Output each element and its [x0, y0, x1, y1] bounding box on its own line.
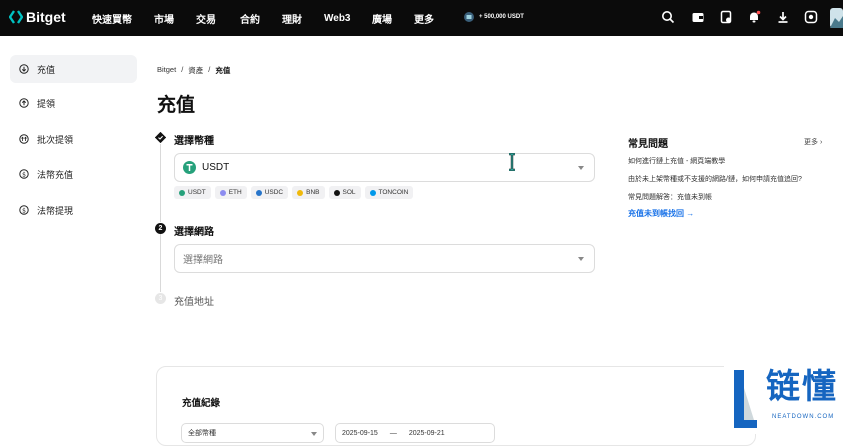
coin-filter-select[interactable]: 全部幣種 [181, 423, 324, 443]
coin-chip-eth[interactable]: ETH [214, 186, 247, 199]
sol-icon [333, 189, 340, 196]
chevron-down-icon [311, 432, 317, 436]
watermark: 链懂 NEATDOWN.COM [724, 362, 843, 434]
breadcrumb-separator: / [208, 65, 211, 74]
usdt-icon [179, 189, 185, 196]
svg-text:$: $ [22, 207, 26, 214]
network-select-placeholder: 選擇網路 [183, 255, 223, 266]
step-connector [160, 144, 161, 222]
breadcrumb-assets[interactable]: 資產 [188, 65, 203, 76]
breadcrumb-current: 充值 [215, 66, 231, 75]
step-2-number: 2 [155, 223, 166, 234]
deposit-records-panel: 充值紀錄 全部幣種 2025-09-15 — 2025-09-21 [156, 366, 756, 446]
date-to: 2025-09-21 [408, 429, 445, 437]
faq-more-link[interactable]: 更多 › [804, 137, 822, 147]
nav-quick-buy[interactable]: 快速買幣 [92, 0, 132, 36]
coin-chip-toncoin[interactable]: TONCOIN [364, 186, 414, 199]
sidebar-item-label: 法幣提現 [37, 205, 74, 216]
sidebar-item-label: 提領 [37, 98, 56, 109]
faq-item[interactable]: 由於未上架幣種或不支援的網路/鏈，如何申請充值追回? [628, 174, 802, 184]
usdc-icon [255, 189, 262, 196]
search-icon[interactable] [661, 10, 677, 26]
sidebar-item-fiat-withdraw[interactable]: $ 法幣提現 [10, 196, 137, 224]
orders-icon[interactable] [719, 10, 735, 26]
watermark-subtext: NEATDOWN.COM [772, 414, 835, 420]
step-3-number: 3 [155, 293, 166, 304]
sidebar-item-label: 批次提領 [37, 134, 74, 145]
globe-icon[interactable] [804, 10, 820, 26]
bitget-logo-icon [9, 10, 23, 24]
nav-market[interactable]: 市場 [154, 0, 174, 36]
watermark-logo [734, 370, 757, 428]
promo-text: + 500,000 USDT [479, 14, 524, 20]
nav-more[interactable]: 更多 [414, 0, 434, 36]
step-coin-label: 選擇幣種 [174, 136, 214, 147]
sidebar-item-label: 法幣充值 [37, 169, 74, 180]
date-range-picker[interactable]: 2025-09-15 — 2025-09-21 [335, 423, 495, 443]
toncoin-icon [369, 189, 376, 196]
nav-square[interactable]: 廣場 [372, 0, 392, 36]
nav-earn[interactable]: 理財 [282, 0, 302, 36]
bnb-icon [297, 189, 304, 196]
chevron-down-icon [578, 166, 584, 170]
breadcrumb-separator: / [181, 65, 184, 74]
top-navigation-bar: Bitget 快速買幣 市場 交易 合約 理財 Web3 廣場 更多 + 500… [0, 0, 843, 36]
deposit-recovery-link[interactable]: 充值未到帳找回 → [628, 208, 694, 219]
withdraw-icon [19, 98, 29, 108]
fiat-withdraw-icon: $ [19, 205, 29, 215]
svg-text:$: $ [22, 171, 26, 178]
sidebar-item-withdraw[interactable]: 提領 [10, 89, 137, 117]
network-select[interactable]: 選擇網路 [174, 244, 595, 273]
nav-trade[interactable]: 交易 [196, 0, 216, 36]
faq-title: 常見問題 [628, 139, 668, 150]
fiat-deposit-icon: $ [19, 169, 29, 179]
sidebar-item-batch-withdraw[interactable]: 批次提領 [10, 125, 137, 153]
popular-coins: USDT ETH USDC BNB SOL TONCOIN [174, 186, 414, 199]
coin-chip-sol[interactable]: SOL [328, 186, 361, 199]
sidebar-item-label: 充值 [37, 64, 56, 75]
date-separator: — [389, 429, 397, 437]
step-address-label: 充值地址 [174, 297, 214, 308]
date-from: 2025-09-15 [342, 429, 378, 437]
sidebar-item-deposit[interactable]: 充值 [10, 55, 137, 83]
faq-item[interactable]: 如何進行鏈上充值 - 網頁端教學 [628, 156, 725, 166]
step-1-check-icon [155, 132, 166, 143]
breadcrumb-home[interactable]: Bitget [157, 65, 176, 76]
breadcrumb: Bitget / 資產 / 充值 [157, 65, 230, 76]
deposit-icon [19, 64, 29, 74]
records-title: 充值紀錄 [182, 398, 221, 409]
coin-chip-bnb[interactable]: BNB [292, 186, 325, 199]
chevron-down-icon [578, 257, 584, 261]
gift-icon [464, 12, 474, 22]
text-cursor-icon [509, 153, 515, 171]
page-title: 充值 [157, 95, 196, 116]
coin-select[interactable]: USDT [174, 153, 595, 182]
nav-web3[interactable]: Web3 [324, 0, 351, 36]
usdt-icon [183, 161, 196, 174]
logo-text: Bitget [26, 9, 66, 25]
bitget-logo[interactable]: Bitget [9, 9, 66, 25]
step-connector [160, 234, 161, 292]
bell-icon[interactable] [747, 10, 763, 26]
nav-futures[interactable]: 合約 [240, 0, 260, 36]
promo-banner[interactable]: + 500,000 USDT [463, 11, 524, 23]
coin-chip-usdc[interactable]: USDC [250, 186, 289, 199]
watermark-text: 链懂 [766, 367, 838, 407]
sidebar: 充值 提領 批次提領 $ 法幣充值 $ 法幣提現 [0, 36, 145, 434]
wallet-icon[interactable] [691, 10, 707, 26]
faq-item[interactable]: 常見問題解答：充值未到帳 [628, 192, 712, 202]
coin-select-value: USDT [202, 162, 230, 173]
coin-chip-usdt[interactable]: USDT [174, 186, 211, 199]
step-network-label: 選擇網路 [174, 227, 214, 238]
eth-icon [219, 189, 226, 196]
download-icon[interactable] [776, 10, 792, 26]
avatar[interactable] [830, 8, 843, 28]
batch-withdraw-icon [19, 134, 29, 144]
sidebar-item-fiat-deposit[interactable]: $ 法幣充值 [10, 160, 137, 188]
